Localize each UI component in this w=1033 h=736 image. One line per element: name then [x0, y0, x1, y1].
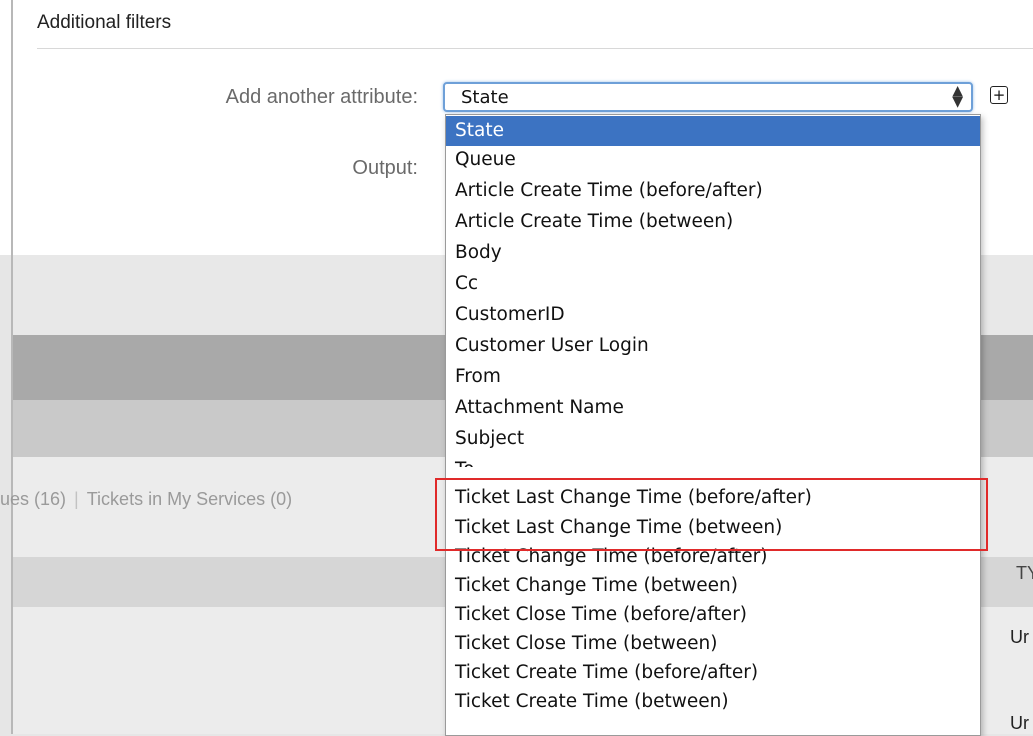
dropdown-option-state[interactable]: State [446, 116, 980, 146]
dropdown-option-ticket-create-time-before-after[interactable]: Ticket Create Time (before/after) [446, 658, 980, 688]
tab-separator: | [74, 489, 79, 509]
dropdown-option-subject[interactable]: Subject [446, 424, 980, 454]
column-header-type[interactable]: TY [1016, 563, 1033, 584]
attribute-select-value: State [461, 87, 509, 108]
table-cell: Ur [1010, 627, 1029, 647]
dropdown-option-attachment-name[interactable]: Attachment Name [446, 393, 980, 423]
output-label: Output: [352, 157, 418, 179]
section-title: Additional filters [37, 12, 172, 33]
dropdown-option-body[interactable]: Body [446, 238, 980, 268]
dropdown-option-ticket-change-time-between[interactable]: Ticket Change Time (between) [446, 571, 980, 601]
add-attribute-label: Add another attribute: [225, 86, 418, 108]
dropdown-option-ticket-create-time-between[interactable]: Ticket Create Time (between) [446, 687, 980, 717]
dropdown-option-to[interactable]: To [446, 455, 980, 467]
attribute-dropdown-list[interactable]: State Queue Article Create Time (before/… [445, 114, 981, 736]
section-divider [37, 48, 1033, 49]
ticket-tabs: ues (16) | Tickets in My Services (0) [0, 489, 292, 510]
dropdown-option-customer-user-login[interactable]: Customer User Login [446, 331, 980, 361]
dropdown-option-ticket-close-time-between[interactable]: Ticket Close Time (between) [446, 629, 980, 659]
dropdown-option-article-create-time-before-after[interactable]: Article Create Time (before/after) [446, 176, 980, 206]
table-cell: Ur [1010, 713, 1029, 733]
dropdown-option-ticket-close-time-before-after[interactable]: Ticket Close Time (before/after) [446, 600, 980, 630]
dropdown-option-ticket-last-change-time-between[interactable]: Ticket Last Change Time (between) [446, 513, 980, 543]
dropdown-option-ticket-change-time-before-after[interactable]: Ticket Change Time (before/after) [446, 542, 980, 572]
tab-my-queues[interactable]: ues (16) [0, 489, 66, 509]
dropdown-option-cc[interactable]: Cc [446, 269, 980, 299]
dropdown-option-from[interactable]: From [446, 362, 980, 392]
dropdown-option-article-create-time-between[interactable]: Article Create Time (between) [446, 207, 980, 237]
dropdown-option-customerid[interactable]: CustomerID [446, 300, 980, 330]
select-arrows-icon: ▲ ▼ [952, 83, 963, 110]
add-attribute-button[interactable]: + [990, 86, 1008, 104]
dropdown-option-ticket-last-change-time-before-after[interactable]: Ticket Last Change Time (before/after) [446, 483, 980, 513]
dropdown-option-queue[interactable]: Queue [446, 145, 980, 175]
tab-my-services[interactable]: Tickets in My Services (0) [87, 489, 292, 509]
attribute-select[interactable]: State ▲ ▼ [443, 82, 973, 112]
plus-icon: + [992, 85, 1006, 104]
